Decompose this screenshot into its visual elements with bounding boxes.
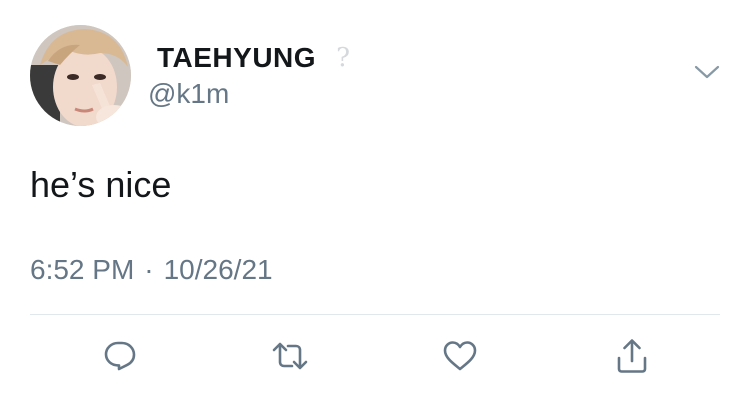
share-button[interactable] <box>612 336 652 376</box>
avatar-photo <box>30 25 131 126</box>
retweet-icon <box>272 342 308 370</box>
share-icon <box>617 339 647 373</box>
display-name[interactable]: TAEHYUNG <box>157 42 316 74</box>
tweet-text: he’s nice <box>30 164 172 205</box>
avatar[interactable] <box>30 25 131 126</box>
like-button[interactable] <box>440 336 480 376</box>
divider <box>30 314 720 315</box>
tweet-actions <box>0 336 750 376</box>
reply-button[interactable] <box>100 336 140 376</box>
retweet-button[interactable] <box>270 336 310 376</box>
heart-icon <box>443 341 477 371</box>
tweet-timestamp[interactable]: 6:52 PM · 10/26/21 <box>30 254 273 286</box>
author-name-row: TAEHYUNG ? <box>157 41 352 75</box>
author-handle[interactable]: @k1m <box>148 78 229 110</box>
tweet-time: 6:52 PM <box>30 254 135 285</box>
reply-icon <box>104 341 136 371</box>
unknown-glyph-icon: ? <box>336 43 351 73</box>
timestamp-separator: · <box>144 254 154 285</box>
chevron-down-icon[interactable] <box>693 62 721 82</box>
tweet-date: 10/26/21 <box>163 254 273 285</box>
